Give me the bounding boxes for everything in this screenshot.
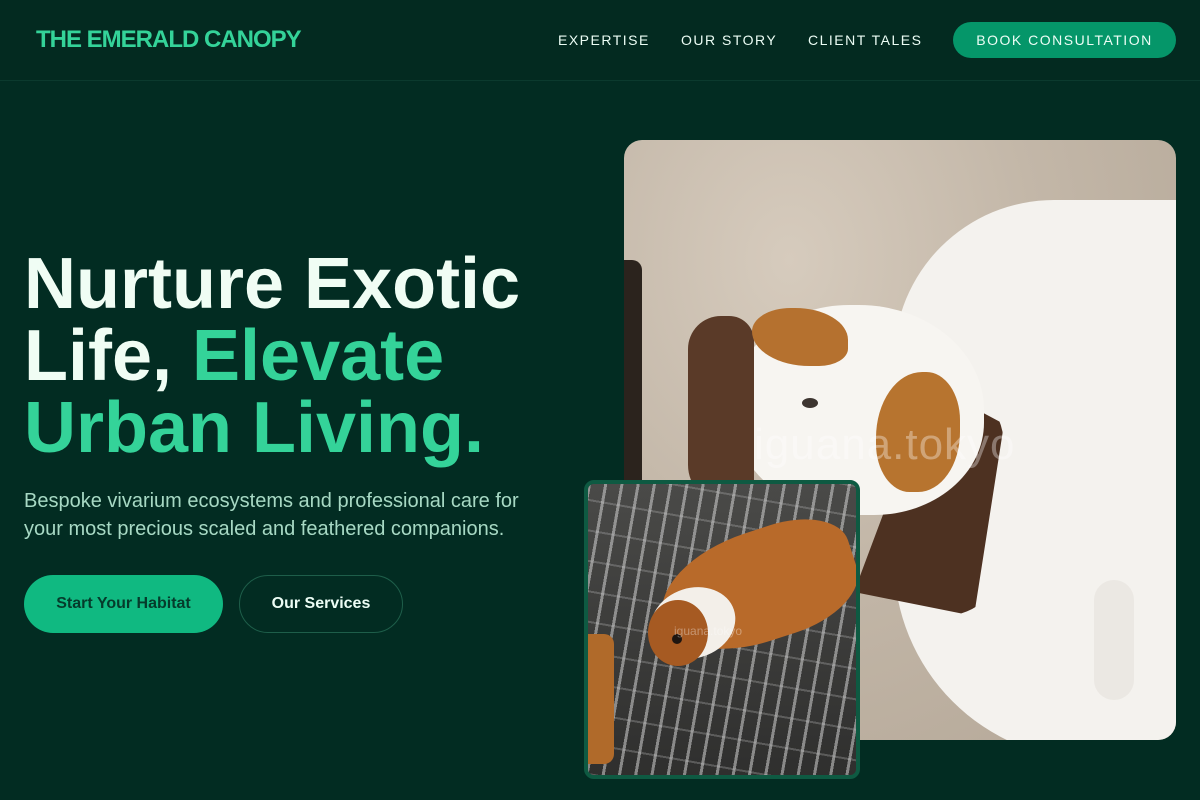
hero-subtitle: Bespoke vivarium ecosystems and professi… [24,490,519,540]
puppy-leg [1094,580,1134,700]
our-services-button[interactable]: Our Services [239,575,403,633]
inset-photo-guinea-pig: iguana.tokyo [584,480,860,779]
hand-left [688,316,754,506]
hero-headline-line2: Life, [24,316,193,396]
food-bowl [588,634,614,764]
top-navigation-bar: THE EMERALD CANOPY EXPERTISE OUR STORY C… [0,0,1200,81]
nav-link-client-tales[interactable]: CLIENT TALES [808,32,922,48]
brand-logo[interactable]: THE EMERALD CANOPY [36,26,302,54]
photo-watermark: iguana.tokyo [754,420,1016,469]
hero-headline: Nurture Exotic Life, Elevate Urban Livin… [24,248,584,464]
start-your-habitat-button[interactable]: Start Your Habitat [24,575,223,633]
inset-watermark: iguana.tokyo [674,624,743,638]
hero-headline-accent: Elevate [192,316,445,396]
nav-link-our-story[interactable]: OUR STORY [681,32,777,48]
hero-headline-line3: Urban Living. [24,388,485,468]
hero-headline-line1: Nurture Exotic [24,244,521,324]
puppy-eye [802,398,818,408]
book-consultation-button[interactable]: BOOK CONSULTATION [953,22,1176,58]
nav-link-expertise[interactable]: EXPERTISE [558,32,650,48]
